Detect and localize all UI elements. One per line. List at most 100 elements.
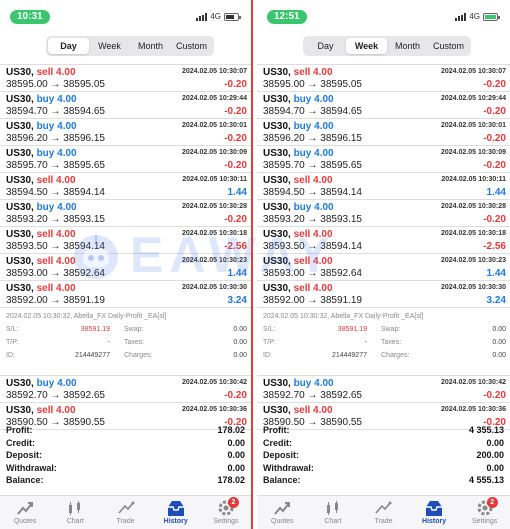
trade-prices: 38592.00 → 38591.19 [263, 295, 362, 306]
trade-row[interactable]: US30, buy 4.00 2024.02.05 10:30:09 38595.7… [0, 146, 251, 173]
trade-symbol: US30, [263, 405, 291, 416]
nav-label: Settings [472, 518, 498, 525]
trade-row[interactable]: US30, buy 4.00 2024.02.05 10:30:28 38593.2… [0, 200, 251, 227]
detail-value: 0.00 [492, 326, 506, 333]
trade-time: 2024.02.05 10:30:42 [441, 379, 506, 386]
trade-row[interactable]: US30, buy 4.00 2024.02.05 10:30:28 38593.2… [257, 200, 510, 227]
tab-day[interactable]: Day [305, 38, 346, 54]
nav-label: Quotes [271, 518, 294, 525]
trade-row[interactable]: US30, buy 4.00 2024.02.05 10:30:01 38596.2… [257, 119, 510, 146]
trade-profit: 1.44 [227, 187, 247, 198]
detail-label: S/L: [263, 326, 276, 333]
trade-side: sell [293, 67, 311, 78]
nav-quotes[interactable]: Quotes [257, 496, 308, 529]
trade-row[interactable]: US30, sell 4.00 2024.02.05 10:30:11 38594.… [0, 173, 251, 200]
trade-icon [100, 498, 150, 518]
tab-custom[interactable]: Custom [428, 38, 469, 54]
nav-history[interactable]: History [151, 496, 201, 529]
tab-day[interactable]: Day [48, 38, 89, 54]
tab-custom[interactable]: Custom [171, 38, 212, 54]
trade-volume: 4.00 [56, 67, 76, 78]
nav-label: Trade [116, 518, 135, 525]
nav-chart[interactable]: Chart [308, 496, 359, 529]
trade-profit: -0.20 [483, 79, 506, 90]
trade-symbol: US30, [6, 283, 34, 294]
trade-row[interactable]: US30, sell 4.00 2024.02.05 10:30:18 38593.… [0, 227, 251, 254]
trade-side: buy [36, 148, 55, 159]
nav-trade[interactable]: Trade [100, 496, 150, 529]
detail-label: Swap: [381, 326, 401, 333]
tab-week[interactable]: Week [89, 38, 130, 54]
trade-row[interactable]: US30, buy 4.00 2024.02.05 10:30:42 38592.7… [257, 376, 510, 403]
trade-time: 2024.02.05 10:30:01 [182, 122, 247, 129]
trade-profit: -2.56 [224, 241, 247, 252]
trade-side: buy [293, 378, 312, 389]
summary-value: 200.00 [476, 450, 504, 460]
trade-time: 2024.02.05 10:30:30 [182, 284, 247, 291]
trade-side: sell [36, 405, 54, 416]
trade-row[interactable]: US30, sell 4.00 2024.02.05 10:30:07 38595.… [257, 65, 510, 92]
trade-time: 2024.02.05 10:29:44 [182, 95, 247, 102]
tab-month[interactable]: Month [387, 38, 428, 54]
summary-label: Credit: [6, 437, 35, 448]
trade-row[interactable]: US30, sell 4.00 2024.02.05 10:30:18 38593.… [257, 227, 510, 254]
trade-prices: 38595.70 → 38595.65 [263, 160, 362, 171]
trade-volume: 4.00 [56, 229, 76, 240]
summary-row: Credit: 0.00 [6, 437, 245, 450]
detail-label: T/P: [263, 339, 276, 346]
trade-icon [358, 498, 409, 518]
summary-value: 0.00 [486, 437, 504, 448]
nav-settings[interactable]: Settings 2 [459, 496, 510, 529]
nav-settings[interactable]: Settings 2 [201, 496, 251, 529]
trade-history-list: US30, sell 4.00 2024.02.05 10:30:07 38595.… [257, 58, 510, 430]
trade-profit: -0.20 [224, 79, 247, 90]
trade-symbol: US30, [6, 121, 34, 132]
trade-row[interactable]: US30, buy 4.00 2024.02.05 10:30:09 38595.7… [257, 146, 510, 173]
trade-prices: 38593.00 → 38592.64 [6, 268, 105, 279]
trade-profit: -0.20 [224, 390, 247, 401]
trade-row[interactable]: US30, buy 4.00 2024.02.05 10:30:01 38596.2… [0, 119, 251, 146]
trade-symbol: US30, [263, 148, 291, 159]
trade-time: 2024.02.05 10:30:09 [441, 149, 506, 156]
trade-row[interactable]: US30, sell 4.00 2024.02.05 10:30:30 38592.… [257, 281, 510, 308]
detail-row: ID: 214449277 Charges: 0.00 [263, 349, 506, 362]
trade-row[interactable]: US30, sell 4.00 2024.02.05 10:30:07 38595.… [0, 65, 251, 92]
summary-row: Withdrawal: 0.00 [263, 462, 504, 475]
trade-row[interactable]: US30, buy 4.00 2024.02.05 10:29:44 38594.7… [257, 92, 510, 119]
nav-history[interactable]: History [409, 496, 460, 529]
trade-time: 2024.02.05 10:30:07 [182, 68, 247, 75]
nav-trade[interactable]: Trade [358, 496, 409, 529]
nav-chart[interactable]: Chart [50, 496, 100, 529]
tab-week[interactable]: Week [346, 38, 387, 54]
trade-prices: 38596.20 → 38596.15 [263, 133, 362, 144]
trade-symbol: US30, [263, 283, 291, 294]
trade-prices: 38593.00 → 38592.64 [263, 268, 362, 279]
trade-row[interactable]: US30, buy 4.00 2024.02.05 10:30:42 38592.7… [0, 376, 251, 403]
trade-row[interactable]: US30, sell 4.00 2024.02.05 10:30:11 38594.… [257, 173, 510, 200]
tab-month[interactable]: Month [130, 38, 171, 54]
trade-profit: 1.44 [227, 268, 247, 279]
trade-row[interactable]: US30, sell 4.00 2024.02.05 10:30:30 38592.… [0, 281, 251, 308]
trade-side: buy [293, 148, 312, 159]
trade-row[interactable]: US30, sell 4.00 2024.02.05 10:30:23 38593.… [0, 254, 251, 281]
battery-icon [483, 12, 500, 21]
trade-profit: -0.20 [483, 133, 506, 144]
trade-symbol: US30, [6, 229, 34, 240]
trade-prices: 38594.50 → 38594.14 [6, 187, 105, 198]
summary-label: Withdrawal: [6, 462, 57, 473]
system-indicators: 4G [196, 12, 241, 21]
trade-profit: -0.20 [483, 106, 506, 117]
nav-quotes[interactable]: Quotes [0, 496, 50, 529]
trade-row[interactable]: US30, buy 4.00 2024.02.05 10:29:44 38594.7… [0, 92, 251, 119]
signal-icon [455, 12, 467, 21]
nav-label: Chart [324, 518, 342, 525]
settings-icon [459, 498, 510, 518]
account-summary: Profit: 178.02 Credit: 0.00 Deposit: 0.00 With… [0, 424, 251, 487]
trade-row[interactable]: US30, sell 4.00 2024.02.05 10:30:23 38593.… [257, 254, 510, 281]
nav-label: History [422, 518, 447, 525]
trade-side: sell [293, 229, 311, 240]
summary-label: Credit: [263, 437, 292, 448]
detail-label: ID: [6, 352, 15, 359]
trade-prices: 38594.70 → 38594.65 [263, 106, 362, 117]
detail-datetime: 2024.02.05 10:30:32, Abella_FX Daily-Pro… [6, 313, 167, 320]
